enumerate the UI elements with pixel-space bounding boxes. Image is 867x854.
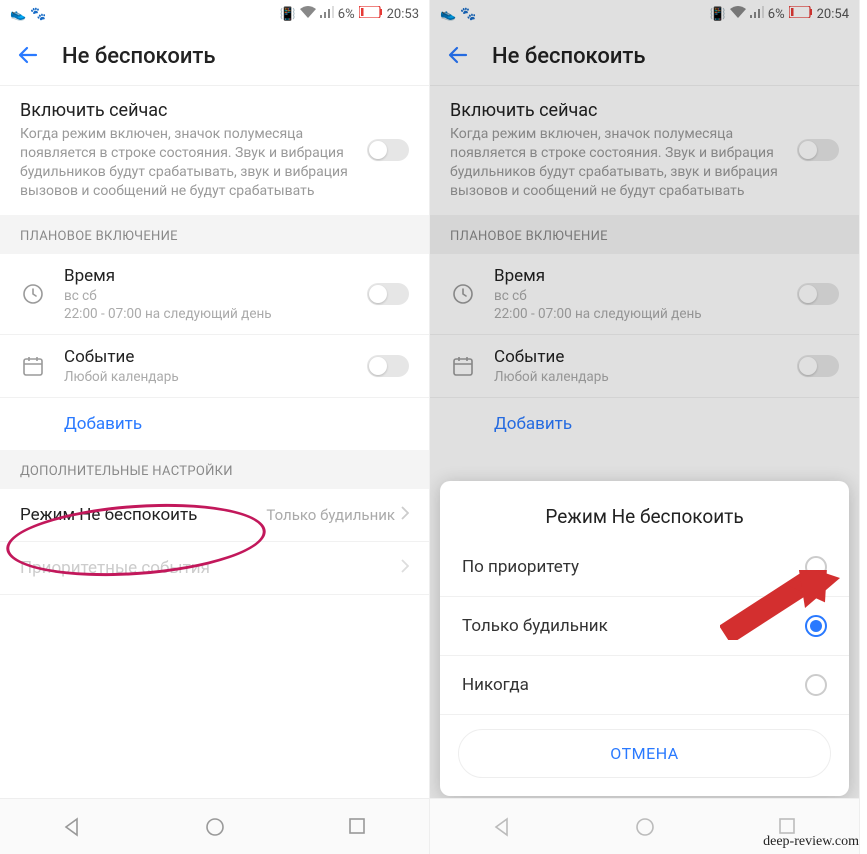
option-alarm-only[interactable]: Только будильник <box>440 597 849 656</box>
option-label: По приоритету <box>462 557 579 577</box>
event-title: Событие <box>494 347 779 367</box>
cancel-button[interactable]: ОТМЕНА <box>458 729 831 778</box>
wifi-icon <box>300 6 316 22</box>
dnd-mode-dialog: Режим Не беспокоить По приоритету Только… <box>440 481 849 796</box>
event-sub: Любой календарь <box>64 369 349 385</box>
signal-icon <box>750 6 764 22</box>
left-screenshot: 👟 🐾 📳 6% 20:53 Не беспокоить Включить се… <box>0 0 430 854</box>
priority-events-row: Приоритетные события <box>0 542 429 595</box>
option-label: Только будильник <box>462 616 608 636</box>
schedule-time-row[interactable]: Время вс сб 22:00 - 07:00 на следующий д… <box>430 254 859 335</box>
chevron-right-icon <box>401 558 409 577</box>
event-title: Событие <box>64 347 349 367</box>
nav-home-icon[interactable] <box>204 816 226 838</box>
battery-icon <box>359 6 383 22</box>
dialog-title: Режим Не беспокоить <box>440 489 849 538</box>
page-title: Не беспокоить <box>492 44 645 69</box>
clock-time: 20:53 <box>387 7 419 22</box>
priority-label: Приоритетные события <box>20 558 210 578</box>
enable-toggle[interactable] <box>797 139 839 161</box>
vibrate-icon: 📳 <box>280 7 296 22</box>
nav-back-icon[interactable] <box>61 816 83 838</box>
time-toggle[interactable] <box>797 283 839 305</box>
chevron-right-icon <box>401 506 409 524</box>
status-icon: 👟 <box>10 7 26 22</box>
schedule-event-row[interactable]: Событие Любой календарь <box>430 335 859 398</box>
calendar-icon <box>20 353 46 379</box>
event-toggle[interactable] <box>797 355 839 377</box>
dnd-mode-value: Только будильник <box>266 506 395 524</box>
enable-title: Включить сейчас <box>450 100 790 121</box>
battery-pct: 6% <box>768 7 785 22</box>
nav-bar <box>0 798 429 854</box>
time-range: 22:00 - 07:00 на следующий день <box>64 306 349 322</box>
schedule-event-row[interactable]: Событие Любой календарь <box>0 335 429 398</box>
status-bar: 👟 🐾 📳 6% 20:54 <box>430 0 859 28</box>
clock-icon <box>450 281 476 307</box>
header: Не беспокоить <box>0 28 429 86</box>
wifi-icon <box>730 6 746 22</box>
clock-icon <box>20 281 46 307</box>
event-toggle[interactable] <box>367 355 409 377</box>
event-sub: Любой календарь <box>494 369 779 385</box>
enable-desc: Когда режим включен, значок полумесяца п… <box>20 125 360 201</box>
status-icon: 🐾 <box>30 7 46 22</box>
option-never[interactable]: Никогда <box>440 656 849 715</box>
watermark: deep-review.com <box>763 834 859 850</box>
add-schedule-link[interactable]: Добавить <box>0 398 429 450</box>
vibrate-icon: 📳 <box>710 7 726 22</box>
section-additional: ДОПОЛНИТЕЛЬНЫЕ НАСТРОЙКИ <box>0 450 429 489</box>
clock-time: 20:54 <box>817 7 849 22</box>
nav-recent-icon[interactable] <box>347 816 369 838</box>
dnd-mode-label: Режим Не беспокоить <box>20 505 197 525</box>
battery-pct: 6% <box>338 7 355 22</box>
section-scheduled: ПЛАНОВОЕ ВКЛЮЧЕНИЕ <box>430 215 859 254</box>
status-bar: 👟 🐾 📳 6% 20:53 <box>0 0 429 28</box>
time-days: вс сб <box>494 288 779 304</box>
time-days: вс сб <box>64 288 349 304</box>
enable-now-row[interactable]: Включить сейчас Когда режим включен, зна… <box>430 86 859 215</box>
status-icon: 👟 <box>440 7 456 22</box>
enable-toggle[interactable] <box>367 139 409 161</box>
right-screenshot: 👟 🐾 📳 6% 20:54 Не беспокоить Включить се… <box>430 0 860 854</box>
battery-icon <box>789 6 813 22</box>
enable-title: Включить сейчас <box>20 100 360 121</box>
option-label: Никогда <box>462 675 529 695</box>
header: Не беспокоить <box>430 28 859 86</box>
signal-icon <box>320 6 334 22</box>
radio-selected[interactable] <box>805 615 827 637</box>
option-priority[interactable]: По приоритету <box>440 538 849 597</box>
page-title: Не беспокоить <box>62 44 215 69</box>
schedule-time-row[interactable]: Время вс сб 22:00 - 07:00 на следующий д… <box>0 254 429 335</box>
nav-back-icon[interactable] <box>491 816 513 838</box>
back-icon[interactable] <box>446 43 470 71</box>
calendar-icon <box>450 353 476 379</box>
enable-desc: Когда режим включен, значок полумесяца п… <box>450 125 790 201</box>
radio-unselected[interactable] <box>805 674 827 696</box>
time-range: 22:00 - 07:00 на следующий день <box>494 306 779 322</box>
add-schedule-link[interactable]: Добавить <box>430 398 859 450</box>
back-icon[interactable] <box>16 43 40 71</box>
status-icon: 🐾 <box>460 7 476 22</box>
time-title: Время <box>494 266 779 286</box>
nav-home-icon[interactable] <box>634 816 656 838</box>
time-title: Время <box>64 266 349 286</box>
radio-unselected[interactable] <box>805 556 827 578</box>
enable-now-row[interactable]: Включить сейчас Когда режим включен, зна… <box>0 86 429 215</box>
time-toggle[interactable] <box>367 283 409 305</box>
dnd-mode-row[interactable]: Режим Не беспокоить Только будильник <box>0 489 429 542</box>
section-scheduled: ПЛАНОВОЕ ВКЛЮЧЕНИЕ <box>0 215 429 254</box>
